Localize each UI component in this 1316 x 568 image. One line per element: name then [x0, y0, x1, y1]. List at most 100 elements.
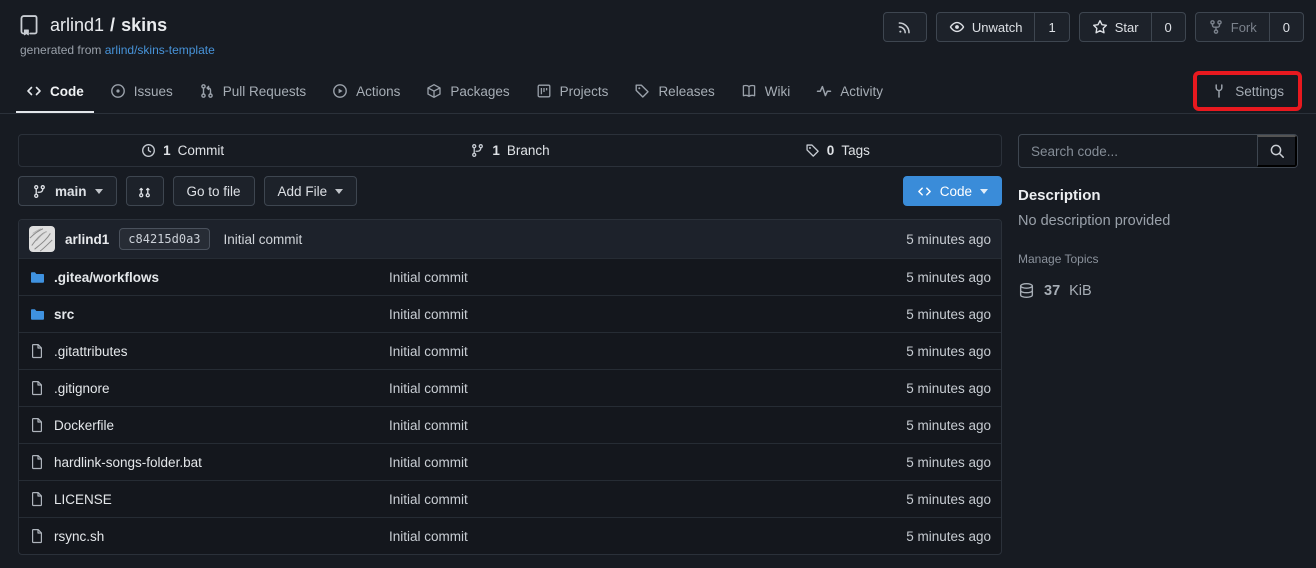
branches-stat[interactable]: 1 Branch: [346, 135, 673, 166]
commits-stat[interactable]: 1 Commit: [19, 135, 346, 166]
file-name-link[interactable]: .gitea/workflows: [29, 269, 389, 285]
tab-releases[interactable]: Releases: [624, 73, 724, 113]
rss-icon: [897, 20, 912, 35]
repo-stats-bar: 1 Commit 1 Branch 0: [18, 134, 1002, 167]
file-name-link[interactable]: Dockerfile: [29, 417, 389, 433]
tab-label: Actions: [356, 84, 400, 99]
star-button-group: Star 0: [1079, 12, 1186, 42]
go-to-file-label: Go to file: [187, 184, 241, 199]
rss-button[interactable]: [883, 12, 927, 42]
code-download-button[interactable]: Code: [903, 176, 1002, 206]
file-name-link[interactable]: hardlink-songs-folder.bat: [29, 454, 389, 470]
tab-pull-requests[interactable]: Pull Requests: [189, 73, 316, 113]
file-name-text: .gitattributes: [54, 344, 128, 359]
repo-owner-link[interactable]: arlind1: [50, 15, 104, 36]
tab-actions[interactable]: Actions: [322, 73, 410, 113]
file-commit-message-link[interactable]: Initial commit: [389, 529, 821, 544]
file-commit-time: 5 minutes ago: [821, 381, 991, 396]
repo-tabs: Code Issues Pull Requests Actions PackagesPr…: [0, 71, 1316, 114]
go-to-file-button[interactable]: Go to file: [173, 176, 255, 206]
search-icon: [1269, 143, 1285, 159]
tab-packages[interactable]: Packages: [416, 73, 519, 113]
tools-icon: [1211, 83, 1227, 99]
unwatch-label: Unwatch: [972, 20, 1023, 35]
template-repo-link[interactable]: arlind/skins-template: [105, 43, 215, 57]
star-button[interactable]: Star: [1080, 13, 1151, 41]
tab-label: Wiki: [765, 84, 791, 99]
search-submit-button[interactable]: [1257, 135, 1297, 167]
file-name-link[interactable]: LICENSE: [29, 491, 389, 507]
fork-button[interactable]: Fork: [1196, 13, 1269, 41]
stars-count[interactable]: 0: [1151, 13, 1185, 41]
file-name-text: Dockerfile: [54, 418, 114, 433]
file-commit-message-link[interactable]: Initial commit: [389, 492, 821, 507]
file-name-link[interactable]: src: [29, 306, 389, 322]
tab-settings[interactable]: Settings: [1203, 75, 1292, 107]
header-actions: Unwatch 1 Star 0: [883, 12, 1304, 42]
table-row: .gitattributes Initial commit5 minutes ag…: [19, 332, 1001, 369]
file-commit-message-link[interactable]: Initial commit: [389, 455, 821, 470]
file-name-link[interactable]: rsync.sh: [29, 528, 389, 544]
tags-stat[interactable]: 0 Tags: [674, 135, 1001, 166]
file-commit-time: 5 minutes ago: [821, 344, 991, 359]
file-commit-message-link[interactable]: Initial commit: [389, 418, 821, 433]
commit-message-link[interactable]: Initial commit: [224, 232, 303, 247]
file-commit-message-link[interactable]: Initial commit: [389, 344, 821, 359]
commit-author-link[interactable]: arlind1: [65, 232, 109, 247]
watchers-count[interactable]: 1: [1034, 13, 1068, 41]
tab-wiki[interactable]: Wiki: [731, 73, 801, 113]
generated-from: generated from arlind/skins-template: [20, 43, 1298, 57]
file-name-link[interactable]: .gitignore: [29, 380, 389, 396]
file-icon: [29, 528, 45, 544]
file-table: arlind1 c84215d0a3 Initial commit 5 minu…: [18, 219, 1002, 555]
tags-label: Tags: [841, 143, 870, 158]
watch-button-group: Unwatch 1: [936, 12, 1070, 42]
fork-icon: [1208, 19, 1224, 35]
add-file-button[interactable]: Add File: [264, 176, 358, 206]
pull-request-icon: [199, 83, 215, 99]
branch-icon: [470, 143, 485, 158]
tab-label: Issues: [134, 84, 173, 99]
file-icon: [29, 491, 45, 507]
tab-code[interactable]: Code: [16, 73, 94, 113]
commits-label: Commit: [178, 143, 225, 158]
chevron-down-icon: [95, 189, 103, 194]
page-title: arlind1 / skins: [50, 15, 167, 36]
code-search-box: [1018, 134, 1298, 168]
tab-activity[interactable]: Activity: [806, 73, 893, 113]
commit-time: 5 minutes ago: [906, 232, 991, 247]
database-icon: [1018, 282, 1035, 299]
search-code-input[interactable]: [1019, 135, 1257, 167]
forks-count[interactable]: 0: [1269, 13, 1303, 41]
tab-issues[interactable]: Issues: [100, 73, 183, 113]
star-label: Star: [1115, 20, 1139, 35]
file-name-text: .gitea/workflows: [54, 270, 159, 285]
file-commit-message-link[interactable]: Initial commit: [389, 270, 821, 285]
file-name-link[interactable]: .gitattributes: [29, 343, 389, 359]
folder-icon: [29, 269, 45, 285]
repo-content: 1 Commit 1 Branch 0: [18, 134, 1002, 555]
avatar[interactable]: [29, 226, 55, 252]
tab-projects[interactable]: Projects: [526, 73, 619, 113]
branches-label: Branch: [507, 143, 550, 158]
repo-toolbar: main Go to file Add File: [18, 176, 1002, 206]
code-icon: [26, 83, 42, 99]
file-commit-message-link[interactable]: Initial commit: [389, 381, 821, 396]
file-icon: [29, 454, 45, 470]
compare-button[interactable]: [126, 176, 164, 206]
file-commit-message-link[interactable]: Initial commit: [389, 307, 821, 322]
file-icon: [29, 417, 45, 433]
repo-header: arlind1 / skins generated from arlind/sk…: [0, 0, 1316, 57]
table-row: .gitignoreInitial commit5 minutes ago: [19, 369, 1001, 406]
latest-commit-row: arlind1 c84215d0a3 Initial commit 5 minu…: [19, 220, 1001, 258]
repo-size-row: 37 KiB: [1018, 282, 1298, 299]
manage-topics-link[interactable]: Manage Topics: [1018, 252, 1099, 266]
commit-hash-link[interactable]: c84215d0a3: [119, 228, 209, 250]
chevron-down-icon: [980, 189, 988, 194]
file-commit-time: 5 minutes ago: [821, 270, 991, 285]
unwatch-button[interactable]: Unwatch: [937, 13, 1035, 41]
repo-name-link[interactable]: skins: [121, 15, 167, 36]
table-row: .gitea/workflows Initial commit5 minutes …: [19, 258, 1001, 295]
package-icon: [426, 83, 442, 99]
branch-selector[interactable]: main: [18, 176, 117, 206]
